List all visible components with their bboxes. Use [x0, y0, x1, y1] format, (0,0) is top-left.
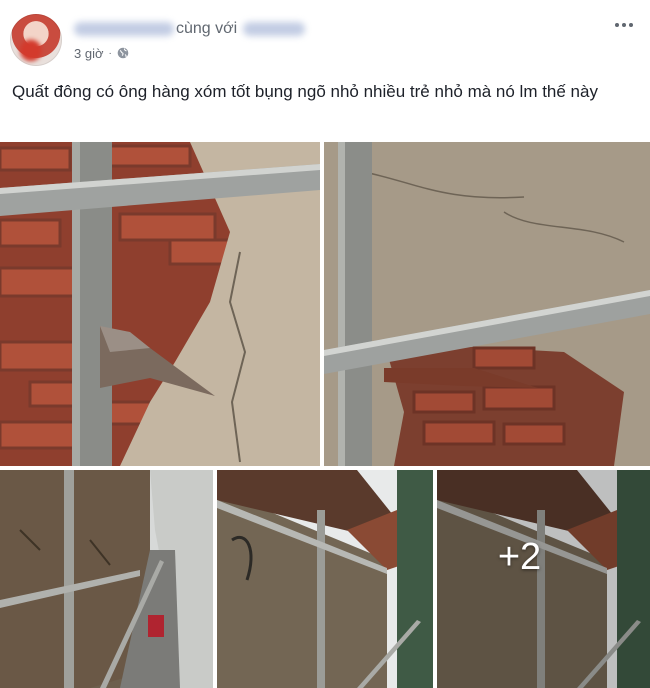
photo-alley-2 [217, 470, 433, 688]
meta-separator: · [108, 47, 112, 59]
avatar-image [10, 14, 62, 66]
post-timestamp[interactable]: 3 giờ [74, 46, 104, 61]
post-photo-3[interactable] [0, 470, 213, 688]
post-caption: Quất đông có ông hàng xóm tốt bụng ngõ n… [12, 82, 598, 101]
feed-post: cùng với 3 giờ · Quất đông có ông hàng x… [0, 0, 650, 688]
post-meta: 3 giờ · [74, 44, 129, 62]
tagged-name-blurred[interactable] [243, 22, 306, 36]
more-photos-count: +2 [497, 535, 542, 578]
post-photo-4[interactable] [217, 470, 433, 688]
post-photo-5-more[interactable]: +2 [437, 470, 650, 688]
post-photo-2[interactable] [324, 142, 650, 466]
post-options-button[interactable] [610, 14, 638, 36]
with-text: cùng với [176, 20, 238, 37]
post-header-names: cùng với [74, 18, 306, 40]
photo-brick-wall-spike [0, 142, 320, 466]
more-horizontal-icon [615, 23, 619, 27]
author-name-blurred[interactable] [74, 22, 174, 36]
author-avatar[interactable] [10, 14, 62, 66]
photo-alley-1 [0, 470, 213, 688]
globe-icon[interactable] [117, 47, 129, 59]
post-photo-1[interactable] [0, 142, 320, 466]
photo-plaster-wall-spike [324, 142, 650, 466]
more-photos-overlay[interactable]: +2 [437, 470, 650, 688]
